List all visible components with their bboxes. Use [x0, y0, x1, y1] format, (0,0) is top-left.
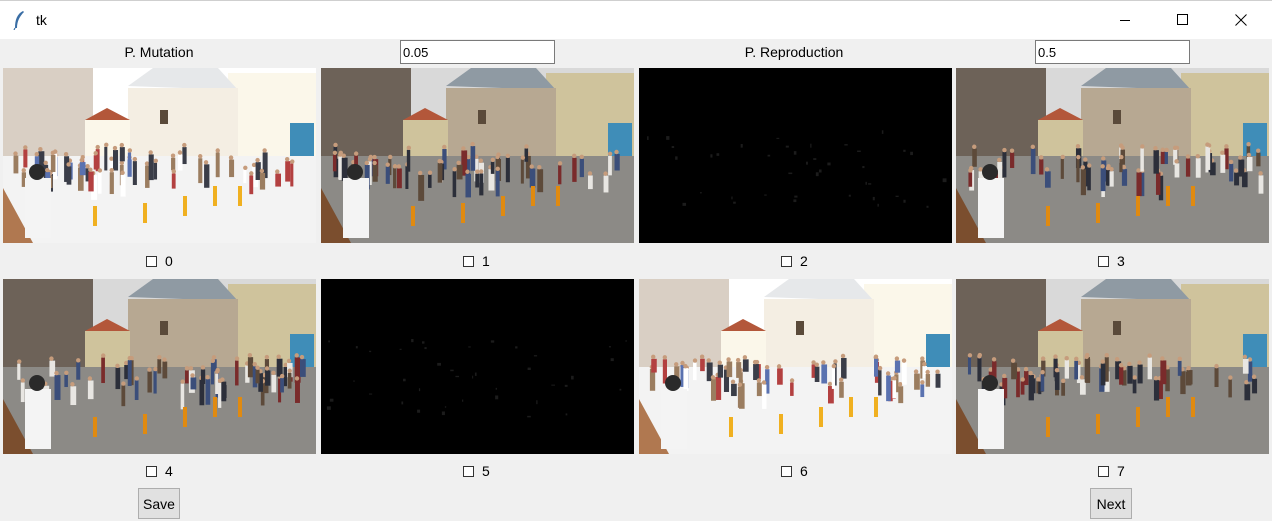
next-button[interactable]: Next — [1090, 488, 1132, 519]
image-cell-0 — [3, 68, 316, 243]
street-scene-image — [956, 279, 1269, 454]
select-checkbox-1[interactable]: 1 — [463, 251, 490, 271]
checkbox-label: 3 — [1117, 253, 1125, 269]
image-cell-4 — [3, 279, 316, 454]
image-cell-2 — [639, 68, 952, 243]
select-checkbox-6[interactable]: 6 — [781, 461, 808, 481]
checkbox-box[interactable] — [463, 255, 474, 267]
close-icon — [1235, 14, 1247, 26]
title-bar: tk — [0, 0, 1272, 39]
street-scene-image — [956, 68, 1269, 243]
maximize-button[interactable] — [1154, 1, 1212, 39]
checkbox-label: 1 — [482, 253, 490, 269]
reproduction-label: P. Reproduction — [744, 44, 844, 60]
checkbox-label: 7 — [1117, 463, 1125, 479]
save-button[interactable]: Save — [138, 488, 180, 519]
checkbox-label: 2 — [800, 253, 808, 269]
checkbox-label: 6 — [800, 463, 808, 479]
select-checkbox-7[interactable]: 7 — [1098, 461, 1125, 481]
checkbox-label: 4 — [165, 463, 173, 479]
street-scene-image — [639, 279, 952, 454]
street-scene-image — [3, 68, 316, 243]
street-scene-image — [321, 279, 634, 454]
select-checkbox-2[interactable]: 2 — [781, 251, 808, 271]
checkbox-label: 5 — [482, 463, 490, 479]
checkbox-box[interactable] — [146, 465, 157, 477]
checkbox-box[interactable] — [781, 255, 792, 267]
checkbox-box[interactable] — [1098, 465, 1109, 477]
mutation-label: P. Mutation — [124, 44, 194, 60]
checkbox-box[interactable] — [781, 465, 792, 477]
window-title: tk — [36, 12, 47, 28]
select-checkbox-5[interactable]: 5 — [463, 461, 490, 481]
checkbox-box[interactable] — [463, 465, 474, 477]
feather-icon — [13, 11, 24, 30]
image-cell-1 — [321, 68, 634, 243]
checkbox-label: 0 — [165, 253, 173, 269]
maximize-icon — [1177, 14, 1188, 25]
image-cell-6 — [639, 279, 952, 454]
image-cell-7 — [956, 279, 1269, 454]
checkbox-box[interactable] — [146, 255, 157, 267]
select-checkbox-0[interactable]: 0 — [146, 251, 173, 271]
close-button[interactable] — [1212, 1, 1270, 39]
select-checkbox-4[interactable]: 4 — [146, 461, 173, 481]
street-scene-image — [321, 68, 634, 243]
checkbox-box[interactable] — [1098, 255, 1109, 267]
select-checkbox-3[interactable]: 3 — [1098, 251, 1125, 271]
mutation-input[interactable] — [400, 40, 555, 64]
street-scene-image — [639, 68, 952, 243]
street-scene-image — [3, 279, 316, 454]
minimize-button[interactable] — [1096, 1, 1154, 39]
minimize-icon — [1120, 20, 1130, 21]
reproduction-input[interactable] — [1035, 40, 1190, 64]
image-cell-5 — [321, 279, 634, 454]
image-cell-3 — [956, 68, 1269, 243]
